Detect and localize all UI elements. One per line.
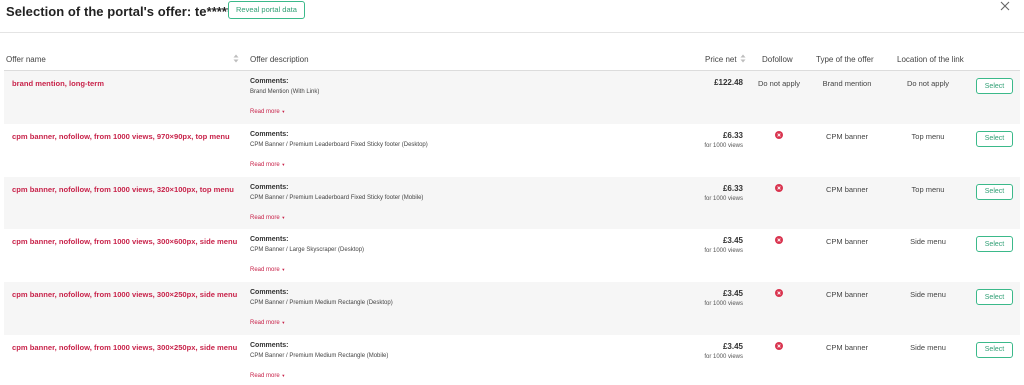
x-circle-icon <box>775 130 783 139</box>
column-header-type: Type of the offer <box>816 55 874 64</box>
price-unit: for 1000 views <box>704 353 743 360</box>
close-icon[interactable] <box>998 0 1012 13</box>
reveal-portal-data-button[interactable]: Reveal portal data <box>228 1 305 19</box>
price-unit: for 1000 views <box>704 248 743 255</box>
offer-type: CPM banner <box>825 290 869 300</box>
chevron-down-icon: ▼ <box>281 320 286 326</box>
comments-label: Comments: <box>250 341 289 349</box>
column-header-description: Offer description <box>250 55 309 64</box>
select-button[interactable]: Select <box>976 289 1013 306</box>
table-row: cpm banner, nofollow, from 1000 views, 3… <box>4 282 1020 335</box>
offer-type: CPM banner <box>825 342 869 352</box>
offer-name: cpm banner, nofollow, from 1000 views, 3… <box>12 184 234 194</box>
x-circle-icon <box>775 183 783 192</box>
column-header-location: Location of the link <box>897 55 964 64</box>
price-unit: for 1000 views <box>704 301 743 308</box>
read-more-link[interactable]: Read more ▼ <box>250 215 285 221</box>
table-row: cpm banner, nofollow, from 1000 views, 3… <box>4 229 1020 282</box>
select-button[interactable]: Select <box>976 341 1013 358</box>
dofollow-value: Do not apply <box>757 79 801 88</box>
comments-label: Comments: <box>250 183 289 191</box>
read-more-link[interactable]: Read more ▼ <box>250 162 285 168</box>
offer-name: cpm banner, nofollow, from 1000 views, 9… <box>12 131 230 141</box>
header-divider <box>0 32 1024 33</box>
offer-name: brand mention, long-term <box>12 79 104 88</box>
comments-label: Comments: <box>250 289 289 297</box>
column-header-price[interactable]: Price net <box>705 55 737 64</box>
offer-description: CPM Banner / Premium Medium Rectangle (M… <box>250 352 389 359</box>
offer-type: Brand mention <box>822 79 872 88</box>
column-header-dofollow: Dofollow <box>762 55 793 64</box>
offer-description: CPM Banner / Large Skyscraper (Desktop) <box>250 247 365 254</box>
offer-type: CPM banner <box>825 131 869 141</box>
chevron-down-icon: ▼ <box>281 267 286 273</box>
chevron-down-icon: ▼ <box>281 214 286 220</box>
price-net: £6.33 <box>722 183 743 193</box>
sort-icon[interactable] <box>740 54 746 63</box>
price-unit: for 1000 views <box>704 195 743 202</box>
link-location: Top menu <box>911 131 945 141</box>
price-net: £3.45 <box>722 236 743 246</box>
read-more-link[interactable]: Read more ▼ <box>250 320 285 326</box>
link-location: Side menu <box>910 237 946 247</box>
link-location: Side menu <box>910 342 946 352</box>
read-more-link[interactable]: Read more ▼ <box>250 373 285 379</box>
offer-type: CPM banner <box>825 237 869 247</box>
table-row: cpm banner, nofollow, from 1000 views, 3… <box>4 176 1020 230</box>
price-net: £3.45 <box>722 289 743 299</box>
table-row: cpm banner, nofollow, from 1000 views, 9… <box>4 124 1020 177</box>
price-net: £6.33 <box>722 130 743 140</box>
price-unit: for 1000 views <box>704 142 743 149</box>
table-header: Offer name Offer description Price net D… <box>0 50 1024 70</box>
offer-description: CPM Banner / Premium Leaderboard Fixed S… <box>250 194 424 201</box>
read-more-link[interactable]: Read more ▼ <box>250 267 285 273</box>
select-button[interactable]: Select <box>976 78 1013 94</box>
offer-name: cpm banner, nofollow, from 1000 views, 3… <box>12 237 238 247</box>
table-row: cpm banner, nofollow, from 1000 views, 3… <box>4 335 1020 385</box>
read-more-link[interactable]: Read more ▼ <box>250 109 285 115</box>
price-net: £122.48 <box>714 78 743 87</box>
comments-label: Comments: <box>250 78 289 85</box>
chevron-down-icon: ▼ <box>281 109 286 114</box>
chevron-down-icon: ▼ <box>281 161 286 167</box>
offer-description: CPM Banner / Premium Medium Rectangle (D… <box>250 300 393 307</box>
offers-table-body: brand mention, long-term Comments: Brand… <box>4 71 1020 385</box>
link-location: Side menu <box>910 290 946 300</box>
column-header-offer-name[interactable]: Offer name <box>6 55 46 64</box>
chevron-down-icon: ▼ <box>281 372 286 378</box>
modal-header: Selection of the portal's offer: te*****… <box>0 0 1024 30</box>
x-circle-icon <box>775 236 783 245</box>
comments-label: Comments: <box>250 130 289 138</box>
offer-description: Brand Mention (With Link) <box>250 89 320 95</box>
x-circle-icon <box>775 341 783 350</box>
offer-type: CPM banner <box>825 184 869 194</box>
offer-description: CPM Banner / Premium Leaderboard Fixed S… <box>250 141 428 148</box>
comments-label: Comments: <box>250 236 289 244</box>
table-row: brand mention, long-term Comments: Brand… <box>4 71 1020 124</box>
link-location: Do not apply <box>906 79 950 88</box>
select-button[interactable]: Select <box>976 130 1013 147</box>
link-location: Top menu <box>911 184 945 194</box>
select-button[interactable]: Select <box>976 183 1013 200</box>
offer-name: cpm banner, nofollow, from 1000 views, 3… <box>12 342 238 352</box>
select-button[interactable]: Select <box>976 236 1013 253</box>
sort-icon[interactable] <box>233 54 239 63</box>
offer-name: cpm banner, nofollow, from 1000 views, 3… <box>12 290 238 300</box>
price-net: £3.45 <box>722 341 743 351</box>
x-circle-icon <box>775 289 783 298</box>
